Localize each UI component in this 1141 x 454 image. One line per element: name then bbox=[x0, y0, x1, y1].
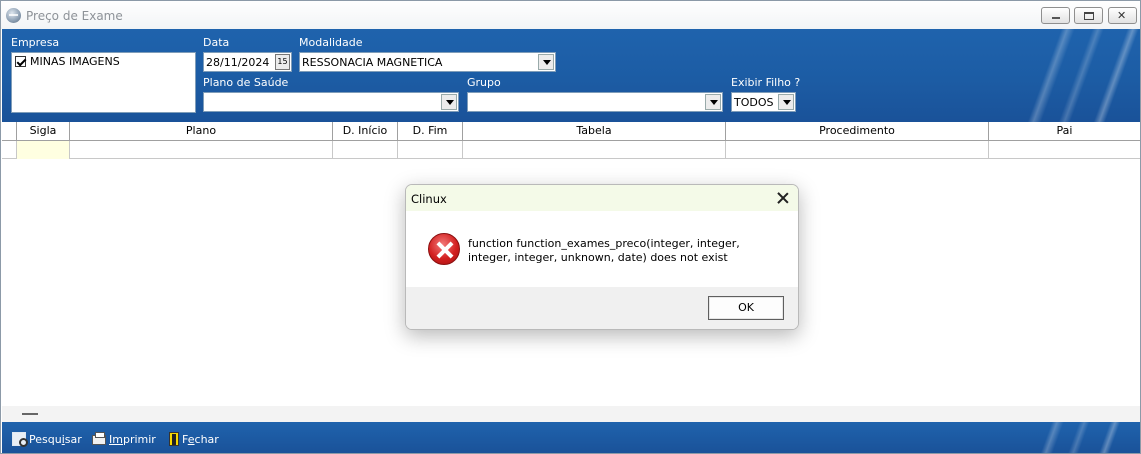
horizontal-scrollbar[interactable] bbox=[2, 406, 1140, 422]
cell-sigla[interactable] bbox=[16, 141, 69, 159]
data-field[interactable]: 28/11/2024 15 bbox=[203, 52, 292, 72]
pesquisar-label: Pesquisar bbox=[29, 432, 82, 446]
modalidade-label: Modalidade bbox=[299, 36, 363, 49]
exibir-filho-select[interactable]: TODOS bbox=[731, 92, 796, 112]
fechar-button[interactable]: Fechar bbox=[169, 431, 219, 447]
chevron-down-icon[interactable] bbox=[778, 94, 794, 110]
error-icon bbox=[428, 233, 460, 265]
grupo-select[interactable] bbox=[467, 92, 723, 112]
bottom-toolbar: Pesquisar Imprimir Fechar bbox=[2, 422, 1140, 453]
chevron-down-icon[interactable] bbox=[538, 54, 554, 70]
dialog-footer: OK bbox=[406, 287, 798, 329]
table-row[interactable] bbox=[2, 141, 1140, 159]
data-label: Data bbox=[203, 36, 230, 49]
dialog-message: function function_exames_preco(integer, … bbox=[468, 237, 740, 264]
cell-d-fim[interactable] bbox=[397, 141, 462, 159]
ok-button[interactable]: OK bbox=[708, 296, 784, 320]
calendar-button[interactable]: 15 bbox=[275, 54, 290, 70]
cell-pai[interactable] bbox=[988, 141, 1140, 159]
cell-plano[interactable] bbox=[69, 141, 332, 159]
empresa-label: Empresa bbox=[11, 36, 60, 49]
search-icon bbox=[12, 432, 28, 447]
empresa-checkbox[interactable] bbox=[15, 56, 26, 67]
maximize-icon bbox=[1084, 12, 1094, 20]
error-dialog: Clinux function function_exames_preco(in… bbox=[405, 184, 799, 330]
fechar-label: Fechar bbox=[182, 432, 219, 446]
close-icon: ✕ bbox=[1117, 9, 1127, 22]
column-header-d-fim[interactable]: D. Fim bbox=[397, 122, 462, 141]
cell-d-inicio[interactable] bbox=[332, 141, 397, 159]
dialog-title-bar: Clinux bbox=[406, 185, 798, 211]
modalidade-value: RESSONACIA MAGNETICA bbox=[302, 56, 443, 69]
minimize-button[interactable] bbox=[1041, 7, 1070, 24]
window-title: Preço de Exame bbox=[26, 9, 123, 23]
imprimir-button[interactable]: Imprimir bbox=[92, 431, 156, 447]
maximize-button[interactable] bbox=[1074, 7, 1103, 24]
plano-saude-label: Plano de Saúde bbox=[203, 76, 289, 89]
chevron-down-icon[interactable] bbox=[705, 94, 721, 110]
cell-procedimento[interactable] bbox=[725, 141, 988, 159]
empresa-list[interactable]: MINAS IMAGENS bbox=[11, 52, 196, 113]
grid-header: Sigla Plano D. Início D. Fim Tabela Proc… bbox=[2, 122, 1140, 141]
filter-panel: Empresa MINAS IMAGENS Data 28/11/2024 15… bbox=[2, 29, 1140, 122]
data-value: 28/11/2024 bbox=[206, 56, 270, 69]
pesquisar-button[interactable]: Pesquisar bbox=[12, 431, 82, 447]
dialog-close-icon[interactable] bbox=[775, 190, 791, 206]
row-indicator-header bbox=[2, 122, 16, 141]
exibir-filho-label: Exibir Filho ? bbox=[731, 76, 801, 89]
exit-door-icon bbox=[169, 432, 179, 446]
imprimir-label: Imprimir bbox=[109, 432, 156, 446]
dialog-title: Clinux bbox=[411, 192, 447, 206]
decorative-swirl bbox=[980, 422, 1140, 453]
printer-icon bbox=[92, 432, 106, 445]
title-bar: Preço de Exame ✕ bbox=[1, 1, 1140, 29]
column-header-plano[interactable]: Plano bbox=[69, 122, 332, 141]
minimize-icon bbox=[1052, 17, 1060, 19]
close-window-button[interactable]: ✕ bbox=[1108, 7, 1137, 24]
scroll-thumb[interactable] bbox=[22, 413, 38, 415]
column-header-sigla[interactable]: Sigla bbox=[16, 122, 69, 141]
plano-saude-select[interactable] bbox=[203, 92, 459, 112]
column-header-tabela[interactable]: Tabela bbox=[462, 122, 725, 141]
column-header-pai[interactable]: Pai bbox=[988, 122, 1140, 141]
column-header-d-inicio[interactable]: D. Início bbox=[332, 122, 397, 141]
chevron-down-icon[interactable] bbox=[441, 94, 457, 110]
app-globe-icon bbox=[6, 8, 21, 23]
grupo-label: Grupo bbox=[467, 76, 501, 89]
exibir-filho-value: TODOS bbox=[734, 96, 774, 109]
cell-tabela[interactable] bbox=[462, 141, 725, 159]
modalidade-select[interactable]: RESSONACIA MAGNETICA bbox=[299, 52, 556, 72]
main-window: Preço de Exame ✕ Empresa MINAS IMAGENS D… bbox=[0, 0, 1141, 454]
column-header-procedimento[interactable]: Procedimento bbox=[725, 122, 988, 141]
decorative-swirl bbox=[980, 29, 1140, 122]
row-indicator bbox=[2, 141, 15, 159]
empresa-item-label: MINAS IMAGENS bbox=[30, 55, 120, 68]
